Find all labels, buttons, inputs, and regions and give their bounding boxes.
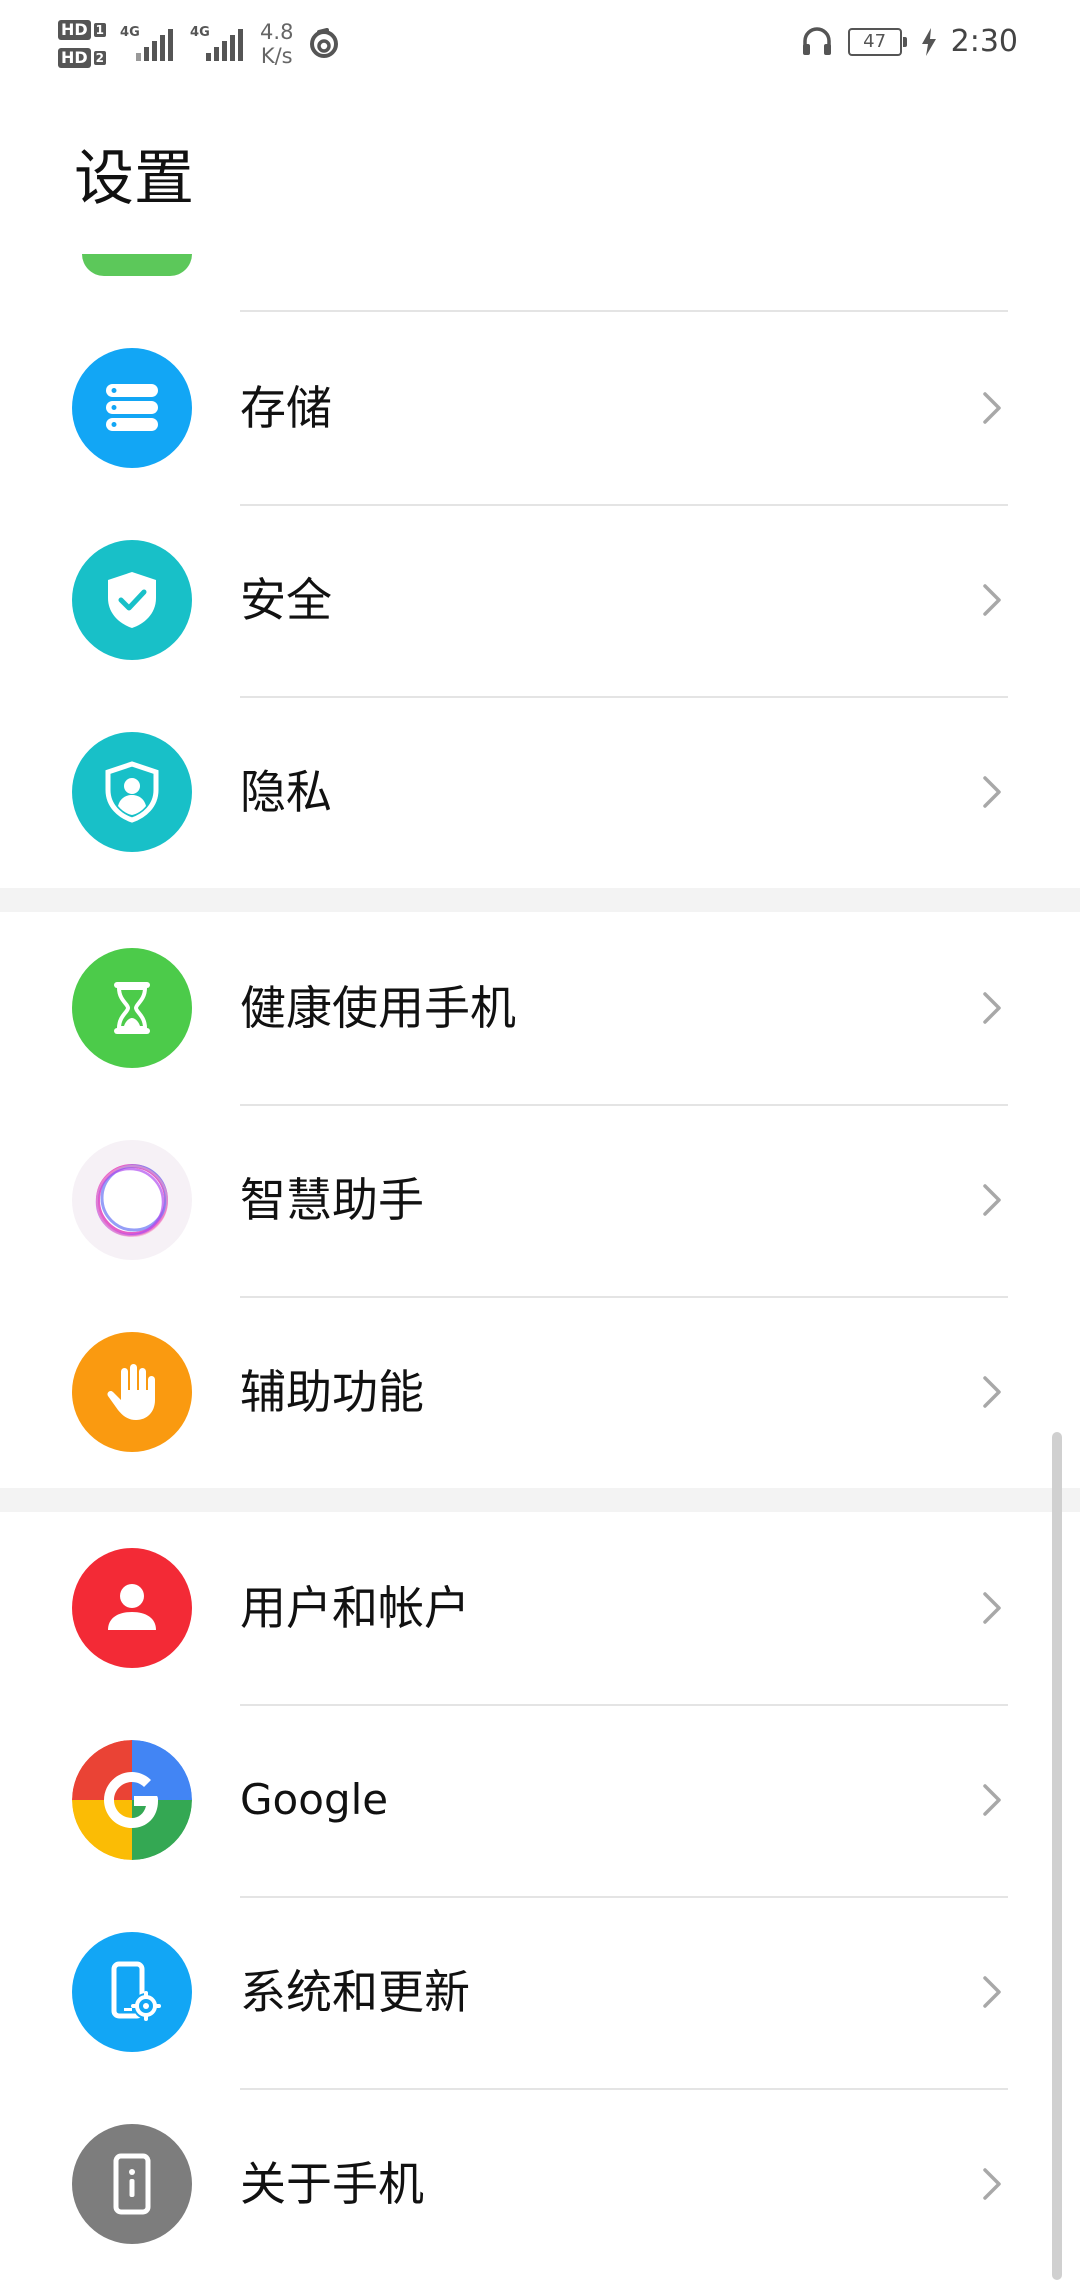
settings-item-storage[interactable]: 存储 (0, 312, 1080, 504)
settings-item-label: 存储 (240, 381, 332, 435)
hd-badge: HD (58, 48, 91, 68)
hourglass-icon (72, 948, 192, 1068)
section-separator (0, 888, 1080, 912)
assistant-ring-icon (72, 1140, 192, 1260)
signal-icon: 4G (190, 25, 246, 61)
music-app-icon (310, 28, 339, 58)
hd-badge: HD (58, 20, 91, 40)
speed-unit: K/s (260, 44, 293, 68)
sim1-indicator: HD 1 (58, 20, 107, 40)
status-bar: HD 1 HD 2 4G 4G 4.8 K/s 47 2:30 (0, 0, 1080, 90)
settings-item-label: 健康使用手机 (240, 981, 516, 1035)
charging-icon (921, 27, 936, 56)
security-shield-icon (72, 540, 192, 660)
settings-item-label: 安全 (240, 573, 332, 627)
settings-item-security[interactable]: 安全 (0, 504, 1080, 696)
settings-item-label: 隐私 (240, 765, 332, 819)
settings-item-label: 系统和更新 (240, 1965, 470, 2019)
privacy-icon (72, 732, 192, 852)
settings-item-users-accounts[interactable]: 用户和帐户 (0, 1512, 1080, 1704)
google-icon (72, 1740, 192, 1860)
settings-item-label: Google (240, 1775, 389, 1824)
sim-number: 1 (93, 23, 107, 37)
settings-item-digital-balance[interactable]: 健康使用手机 (0, 912, 1080, 1104)
battery-level: 47 (847, 27, 902, 56)
about-phone-icon (72, 2124, 192, 2244)
settings-item-smart-assistant[interactable]: 智慧助手 (0, 1104, 1080, 1296)
user-icon (72, 1548, 192, 1668)
chevron-right-icon (983, 776, 1001, 808)
settings-item-about-phone[interactable]: 关于手机 (0, 2088, 1080, 2280)
sim2-indicator: HD 2 (58, 48, 107, 68)
settings-item-label: 辅助功能 (240, 1365, 424, 1419)
chevron-right-icon (983, 584, 1001, 616)
network-speed: 4.8 K/s (260, 20, 293, 68)
chevron-right-icon (983, 1376, 1001, 1408)
section-separator (0, 1488, 1080, 1512)
storage-icon (72, 348, 192, 468)
signal-icon: 4G (120, 25, 176, 61)
scrollbar[interactable] (1052, 1432, 1062, 2280)
chevron-right-icon (983, 992, 1001, 1024)
settings-item-label: 用户和帐户 (240, 1581, 470, 1635)
chevron-right-icon (983, 2168, 1001, 2200)
chevron-right-icon (983, 1592, 1001, 1624)
settings-item-label: 关于手机 (240, 2157, 424, 2211)
chevron-right-icon (983, 1976, 1001, 2008)
chevron-right-icon (983, 1784, 1001, 1816)
settings-item-google[interactable]: Google (0, 1704, 1080, 1896)
chevron-right-icon (983, 1184, 1001, 1216)
clock: 2:30 (950, 24, 1018, 59)
hand-icon (72, 1332, 192, 1452)
settings-item-privacy[interactable]: 隐私 (0, 696, 1080, 888)
settings-item-accessibility[interactable]: 辅助功能 (0, 1296, 1080, 1488)
page-title: 设置 (74, 144, 194, 214)
speed-value: 4.8 (260, 20, 294, 44)
partial-item-icon (82, 254, 192, 276)
battery-icon: 47 (847, 27, 907, 56)
settings-item-label: 智慧助手 (240, 1173, 424, 1227)
headset-icon (802, 26, 831, 55)
chevron-right-icon (983, 392, 1001, 424)
system-update-icon (72, 1932, 192, 2052)
settings-item-system-update[interactable]: 系统和更新 (0, 1896, 1080, 2088)
sim-number: 2 (93, 51, 107, 65)
